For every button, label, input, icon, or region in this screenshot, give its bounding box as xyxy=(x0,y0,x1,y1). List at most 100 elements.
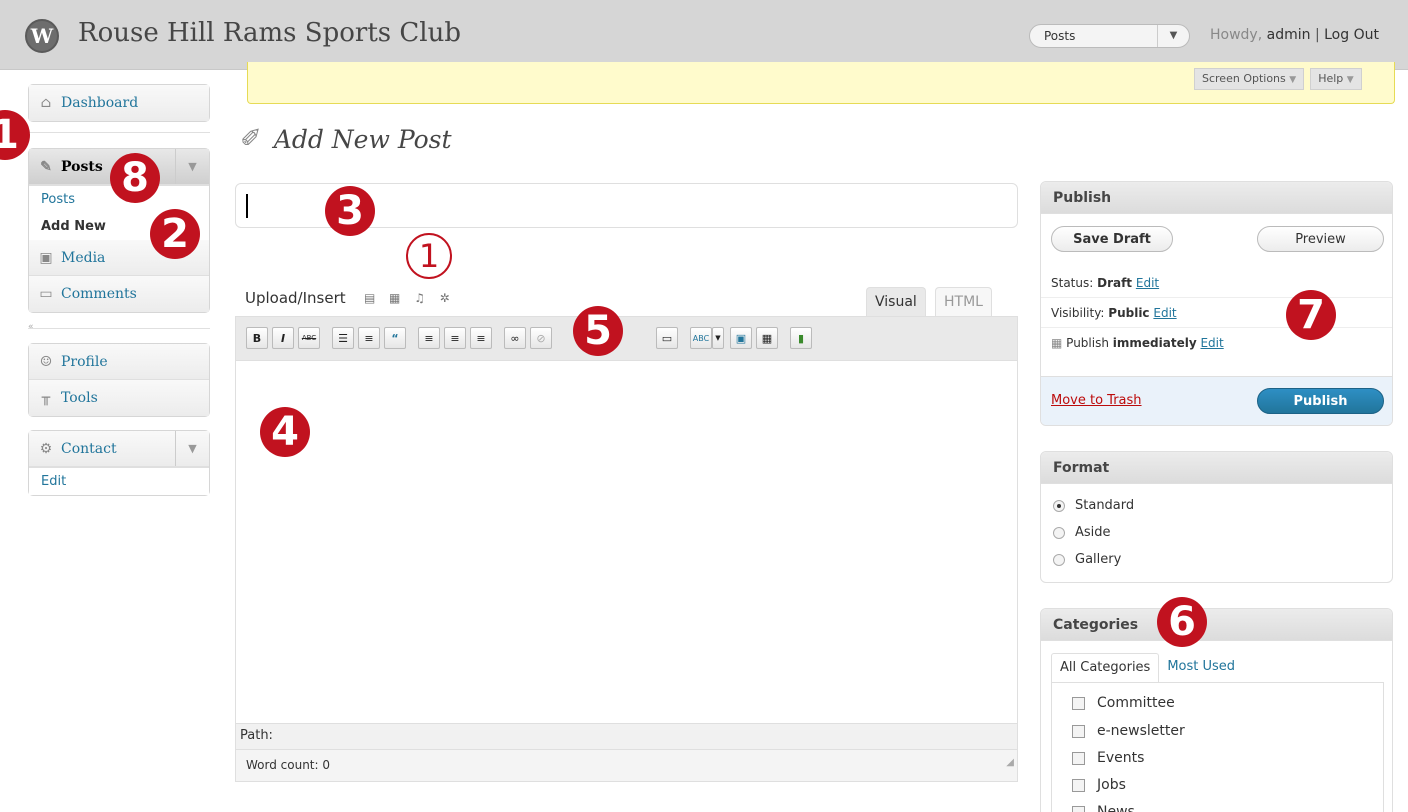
list-item[interactable]: Committee xyxy=(1072,695,1175,711)
sidebar-item-label: Dashboard xyxy=(61,95,139,111)
category-label: News xyxy=(1097,804,1135,812)
format-option-gallery[interactable]: Gallery xyxy=(1053,552,1121,567)
sidebar-item-comments[interactable]: ▭ Comments xyxy=(29,276,209,312)
list-item[interactable]: News xyxy=(1072,804,1135,812)
chevron-down-icon[interactable]: ▼ xyxy=(175,431,209,466)
format-option-aside[interactable]: Aside xyxy=(1053,525,1111,540)
list-item[interactable]: e-newsletter xyxy=(1072,723,1185,739)
status-label: Status: xyxy=(1051,276,1098,290)
preview-button[interactable]: Preview xyxy=(1257,226,1384,252)
numbered-list-button[interactable]: ≡ xyxy=(358,327,380,349)
publish-box-title[interactable]: Publish xyxy=(1041,182,1392,214)
publish-button[interactable]: Publish xyxy=(1257,388,1384,414)
submenu-item-edit[interactable]: Edit xyxy=(29,468,209,495)
strikethrough-button[interactable]: ABC xyxy=(298,327,320,349)
align-center-button[interactable]: ≡ xyxy=(444,327,466,349)
wordpress-logo-icon[interactable]: W xyxy=(25,19,59,53)
format-option-label: Gallery xyxy=(1075,552,1122,567)
callout-marker-outline: 1 xyxy=(406,233,452,279)
tools-icon: ╥ xyxy=(41,390,51,406)
menu-separator xyxy=(28,132,210,133)
checkbox[interactable] xyxy=(1072,805,1085,812)
status-value: Draft xyxy=(1097,276,1133,290)
checkbox[interactable] xyxy=(1072,724,1085,738)
spellcheck-language-dropdown[interactable]: ▼ xyxy=(712,327,724,349)
pushpin-icon: ✎ xyxy=(40,158,52,175)
callout-marker: 3 xyxy=(325,186,375,236)
page-title-text: Add New Post xyxy=(273,124,452,154)
logout-link[interactable]: Log Out xyxy=(1324,27,1379,43)
page-title: ✐ Add New Post xyxy=(240,124,452,154)
tab-visual[interactable]: Visual xyxy=(866,287,926,317)
callout-marker: 5 xyxy=(573,306,623,356)
tab-most-used[interactable]: Most Used xyxy=(1159,653,1243,683)
checkbox[interactable] xyxy=(1072,696,1085,710)
chevron-down-icon[interactable]: ▼ xyxy=(1157,25,1189,47)
align-left-button[interactable]: ≡ xyxy=(418,327,440,349)
add-media-icon[interactable]: ✲ xyxy=(437,291,453,305)
upload-insert-label: Upload/Insert xyxy=(245,289,346,307)
howdy-text: Howdy, xyxy=(1210,27,1267,43)
format-box-title[interactable]: Format xyxy=(1041,452,1392,484)
sidebar-item-label: Tools xyxy=(61,390,98,406)
calendar-icon: ▦ xyxy=(1051,336,1063,350)
media-icon: ▣ xyxy=(39,249,53,266)
sidebar-item-profile[interactable]: ☺ Profile xyxy=(29,344,209,380)
tab-all-categories[interactable]: All Categories xyxy=(1051,653,1160,683)
checkbox[interactable] xyxy=(1072,751,1085,765)
screen-options-button[interactable]: Screen Options ▼ xyxy=(1194,68,1305,90)
edit-timestamp-link[interactable]: Edit xyxy=(1200,336,1223,350)
fullscreen-button[interactable]: ▣ xyxy=(730,327,752,349)
spellcheck-button[interactable]: ABC xyxy=(690,327,712,349)
add-video-icon[interactable]: ▦ xyxy=(387,291,403,305)
unlink-button[interactable]: ⊘ xyxy=(530,327,552,349)
collapse-menu-icon[interactable]: « xyxy=(28,322,34,332)
insert-more-button[interactable]: ▭ xyxy=(656,327,678,349)
category-label: e-newsletter xyxy=(1097,723,1185,739)
post-editor: B I ABC ☰ ≡ “ ≡ ≡ ≡ ∞ ⊘ ▭ ABC ▼ ▣ ▦ ▮ Pa… xyxy=(235,316,1018,782)
sidebar-item-contact[interactable]: ⚙ Contact ▼ xyxy=(29,431,209,467)
help-button[interactable]: Help ▼ xyxy=(1310,68,1362,90)
chevron-down-icon[interactable]: ▼ xyxy=(175,149,209,184)
callout-marker: 4 xyxy=(260,407,310,457)
radio-button[interactable] xyxy=(1053,499,1065,512)
format-option-standard[interactable]: Standard xyxy=(1053,498,1134,513)
italic-button[interactable]: I xyxy=(272,327,294,349)
radio-button[interactable] xyxy=(1053,553,1065,566)
chart-button[interactable]: ▮ xyxy=(790,327,812,349)
edit-status-link[interactable]: Edit xyxy=(1136,276,1159,290)
categories-box: Categories All Categories Most Used Comm… xyxy=(1040,608,1393,812)
list-item[interactable]: Events xyxy=(1072,750,1144,766)
sidebar-item-dashboard[interactable]: ⌂ Dashboard xyxy=(29,85,209,121)
blockquote-button[interactable]: “ xyxy=(384,327,406,349)
sidebar-item-label: Contact xyxy=(61,440,117,457)
media-buttons: Upload/Insert ▤ ▦ ♫ ✲ xyxy=(245,289,453,307)
add-audio-icon[interactable]: ♫ xyxy=(412,291,428,305)
checkbox[interactable] xyxy=(1072,778,1085,792)
add-image-icon[interactable]: ▤ xyxy=(362,291,378,305)
align-right-button[interactable]: ≡ xyxy=(470,327,492,349)
edit-visibility-link[interactable]: Edit xyxy=(1153,306,1176,320)
bullet-list-button[interactable]: ☰ xyxy=(332,327,354,349)
favorite-actions-select[interactable]: Posts ▼ xyxy=(1029,24,1190,48)
resize-handle-icon[interactable]: ◢ xyxy=(1006,748,1014,778)
kitchen-sink-button[interactable]: ▦ xyxy=(756,327,778,349)
publish-time-value: immediately xyxy=(1112,336,1197,350)
sidebar-item-label: Profile xyxy=(61,353,108,370)
tab-html[interactable]: HTML xyxy=(935,287,992,317)
username-link[interactable]: admin xyxy=(1267,27,1311,43)
editor-content-area[interactable] xyxy=(236,361,1017,723)
radio-button[interactable] xyxy=(1053,526,1065,539)
move-to-trash-link[interactable]: Move to Trash xyxy=(1051,393,1142,408)
bold-button[interactable]: B xyxy=(246,327,268,349)
users-icon: ☺ xyxy=(39,353,53,370)
site-title[interactable]: Rouse Hill Rams Sports Club xyxy=(78,18,461,48)
link-button[interactable]: ∞ xyxy=(504,327,526,349)
list-item[interactable]: Jobs xyxy=(1072,777,1126,793)
sidebar-item-tools[interactable]: ╥ Tools xyxy=(29,380,209,416)
visibility-value: Public xyxy=(1108,306,1150,320)
save-draft-button[interactable]: Save Draft xyxy=(1051,226,1173,252)
gear-icon: ⚙ xyxy=(39,440,53,457)
categories-box-title[interactable]: Categories xyxy=(1041,609,1392,641)
format-option-label: Aside xyxy=(1075,525,1111,540)
